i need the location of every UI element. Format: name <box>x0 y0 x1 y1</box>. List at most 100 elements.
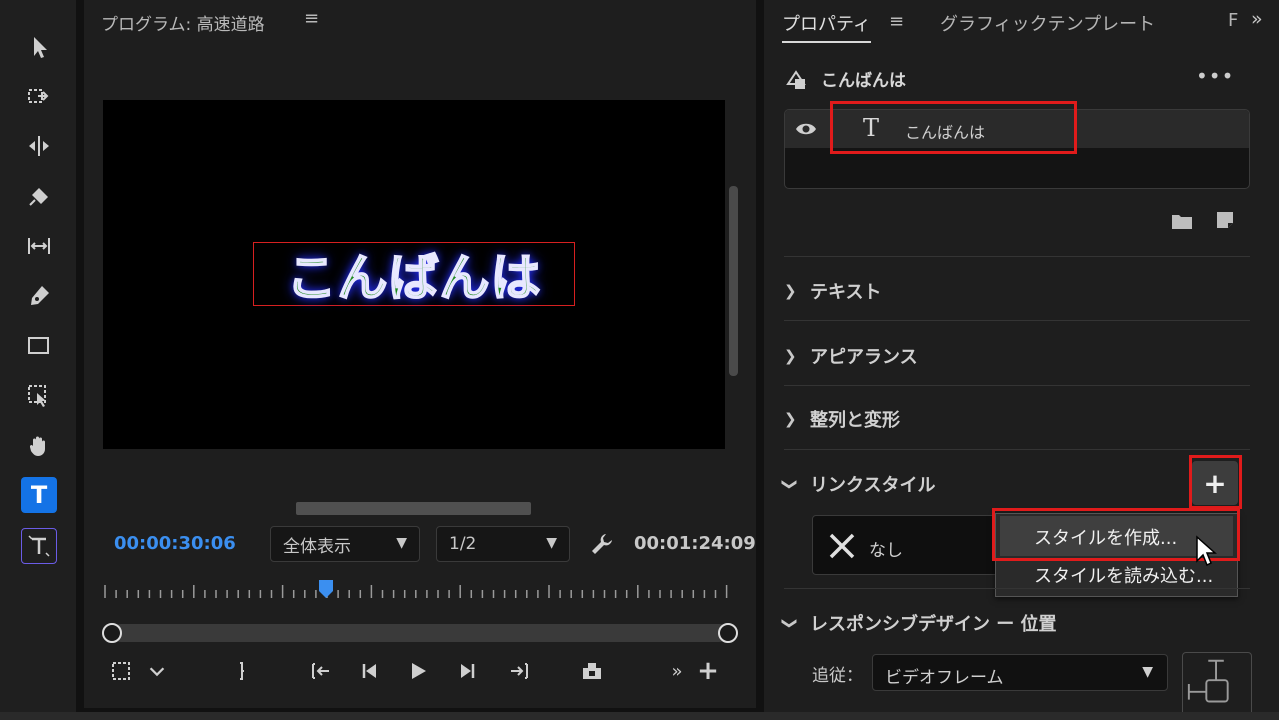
program-monitor-title[interactable]: プログラム: 高速道路 <box>101 10 265 35</box>
tools-panel: T <box>0 0 76 720</box>
hand-icon <box>29 436 45 456</box>
safe-margins-icon <box>112 662 130 680</box>
divider <box>784 385 1250 386</box>
properties-menu-icon[interactable]: ≡ <box>889 11 904 32</box>
style-none-label: なし <box>869 541 903 561</box>
selection-tool[interactable] <box>21 29 57 65</box>
follow-label: 追従： <box>812 666 863 686</box>
chevron-right-icon: ❯ <box>784 347 797 365</box>
zoom-handle-left[interactable] <box>102 623 122 643</box>
ripple-edit-icon <box>29 136 49 156</box>
mark-out-icon <box>240 662 244 680</box>
section-align-transform[interactable]: ❯ 整列と変形 <box>784 406 900 432</box>
add-style-highlight-annotation <box>1189 455 1242 509</box>
mouse-cursor-icon <box>1196 535 1217 567</box>
tab-properties[interactable]: プロパティ <box>782 10 871 43</box>
step-back-button[interactable] <box>356 658 382 684</box>
ripple-edit-tool[interactable] <box>21 128 57 164</box>
go-to-in-icon <box>312 663 329 679</box>
step-forward-icon <box>461 664 475 678</box>
pen-icon <box>31 286 49 305</box>
video-preview[interactable]: こんばんは <box>103 100 725 449</box>
zoom-handle-right[interactable] <box>718 623 738 643</box>
chevron-right-icon: ❯ <box>784 410 797 428</box>
pen-tool[interactable] <box>21 278 57 314</box>
section-responsive-label: レスポンシブデザイン ー 位置 <box>810 614 1057 635</box>
play-button[interactable] <box>405 658 431 684</box>
tab-graphic-templates[interactable]: グラフィックテンプレート <box>940 10 1155 36</box>
menu-item-load-style[interactable]: スタイルを読み込む... <box>1034 562 1213 588</box>
section-appearance[interactable]: ❯ アピアランス <box>784 343 918 369</box>
section-text-label: テキスト <box>810 282 882 303</box>
graphic-layer-icon <box>786 70 806 89</box>
step-forward-button[interactable] <box>455 658 481 684</box>
chevron-down-icon: ▼ <box>396 535 407 551</box>
track-select-icon <box>28 89 49 103</box>
title-selection-box[interactable]: こんばんは <box>253 242 575 308</box>
playhead-timecode[interactable]: 00:00:30:06 <box>114 533 236 554</box>
playhead-marker[interactable] <box>318 579 334 599</box>
go-to-out-button[interactable] <box>504 658 534 684</box>
new-layer-icon[interactable] <box>1215 210 1235 230</box>
chevron-down-icon: ▼ <box>1142 664 1153 680</box>
settings-dropdown-button[interactable] <box>146 658 168 684</box>
graphic-name: こんばんは <box>821 71 906 91</box>
horizontal-scrollbar[interactable] <box>296 502 531 515</box>
program-menu-icon[interactable]: ≡ <box>304 8 319 29</box>
properties-panel: プロパティ ≡ グラフィックテンプレート F » こんばんは ••• T こんば… <box>764 0 1279 720</box>
select-area-tool[interactable] <box>21 378 57 414</box>
tabs-overflow-icon[interactable]: » <box>1251 8 1263 30</box>
pin-position-widget[interactable] <box>1182 652 1252 720</box>
hand-tool[interactable] <box>21 428 57 464</box>
type-tool[interactable]: T <box>21 477 57 513</box>
follow-dropdown[interactable]: ビデオフレーム ▼ <box>872 654 1168 691</box>
razor-tool[interactable] <box>21 178 57 214</box>
chevron-down-icon: ❯ <box>781 478 799 491</box>
section-linked-style-label: リンクスタイル <box>810 475 936 496</box>
safe-margins-button[interactable] <box>108 658 134 684</box>
section-appearance-label: アピアランス <box>810 347 918 368</box>
section-responsive-position[interactable]: ❯ レスポンシブデザイン ー 位置 <box>781 610 1057 636</box>
go-to-out-icon <box>511 663 528 679</box>
slip-tool[interactable] <box>21 228 57 264</box>
bottom-panel-edge <box>0 712 1279 720</box>
export-frame-button[interactable] <box>576 658 608 684</box>
rectangle-tool[interactable] <box>21 328 57 364</box>
divider <box>784 320 1250 321</box>
section-linked-style[interactable]: ❯ リンクスタイル <box>781 471 936 497</box>
go-to-in-button[interactable] <box>306 658 336 684</box>
vertical-scrollbar[interactable] <box>729 186 738 376</box>
more-options-icon[interactable]: ••• <box>1196 64 1234 88</box>
chevron-down-icon: ❯ <box>781 617 799 630</box>
mark-in-out-button[interactable] <box>230 658 254 684</box>
rectangle-icon <box>28 337 49 354</box>
track-select-forward-tool[interactable] <box>21 78 57 114</box>
section-align-transform-label: 整列と変形 <box>810 410 900 431</box>
controls-overflow-button[interactable]: » <box>667 658 687 684</box>
time-ruler[interactable] <box>103 585 731 599</box>
duration-timecode: 00:01:24:09 <box>634 533 756 554</box>
chevron-down-icon <box>149 667 165 677</box>
step-back-icon <box>362 664 376 678</box>
divider <box>784 588 1250 589</box>
wrench-icon[interactable] <box>589 531 615 557</box>
type-icon: T <box>30 481 48 509</box>
chevron-down-icon: ▼ <box>546 535 557 551</box>
zoom-level-dropdown[interactable]: 全体表示 ▼ <box>270 526 420 562</box>
section-text[interactable]: ❯ テキスト <box>784 278 881 304</box>
tab-truncated[interactable]: F <box>1228 10 1238 31</box>
style-none-tile[interactable]: なし <box>812 515 1002 575</box>
arrow-icon <box>34 37 47 58</box>
playback-resolution-dropdown[interactable]: 1/2 ▼ <box>436 526 570 562</box>
zoom-scroll-bar[interactable] <box>102 623 738 643</box>
zoom-level-value: 全体表示 <box>283 536 351 557</box>
chevron-right-icon: ❯ <box>784 282 797 300</box>
close-icon <box>829 533 855 559</box>
vertical-type-tool[interactable] <box>21 528 57 564</box>
program-monitor: プログラム: 高速道路 ≡ こんばんは 00:00:30:06 全体表示 ▼ 1… <box>84 0 756 708</box>
vertical-type-icon <box>28 535 50 557</box>
eye-icon[interactable] <box>794 118 818 140</box>
follow-value: ビデオフレーム <box>885 668 1004 688</box>
folder-icon[interactable] <box>1171 211 1193 231</box>
button-editor-button[interactable]: + <box>696 656 720 686</box>
